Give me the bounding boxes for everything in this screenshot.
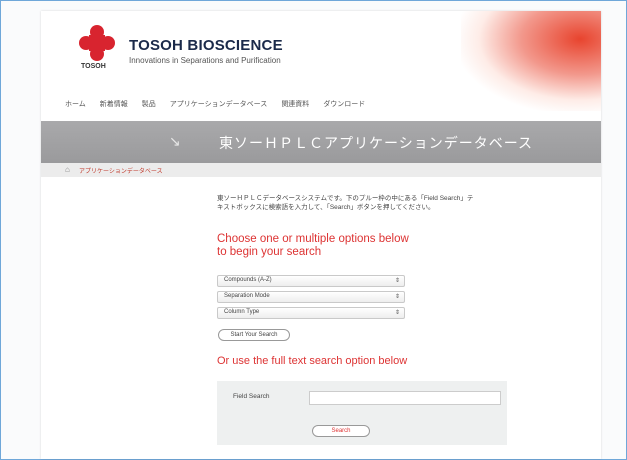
- nav-item-news[interactable]: 新着情報: [100, 99, 128, 109]
- web-page: TOSOH TOSOH BIOSCIENCE Innovations in Se…: [41, 11, 601, 459]
- start-search-button[interactable]: Start Your Search: [218, 329, 290, 341]
- brand-tagline: Innovations in Separations and Purificat…: [129, 56, 281, 65]
- options-heading: Choose one or multiple options below to …: [217, 233, 437, 259]
- nav-item-products[interactable]: 製品: [142, 99, 156, 109]
- main-nav: ホーム 新着情報 製品 アプリケーションデータベース 関連資料 ダウンロード: [65, 99, 365, 109]
- breadcrumb-current[interactable]: アプリケーションデータベース: [79, 166, 163, 175]
- field-search-label: Field Search: [233, 393, 270, 400]
- options-heading-line1: Choose one or multiple options below: [217, 233, 409, 245]
- nav-item-documents[interactable]: 関連資料: [281, 99, 309, 109]
- separation-mode-select[interactable]: Separation Mode ⇕: [217, 291, 405, 303]
- page-banner: ↘ 東ソーＨＰＬＣアプリケーションデータベース: [41, 121, 601, 163]
- logo-text: TOSOH: [81, 63, 106, 70]
- nav-item-downloads[interactable]: ダウンロード: [323, 99, 365, 109]
- column-type-select-value: Column Type: [224, 309, 260, 315]
- page-title: 東ソーＨＰＬＣアプリケーションデータベース: [219, 135, 534, 151]
- options-heading-line2: to begin your search: [217, 246, 322, 258]
- header-decoration: [461, 11, 601, 111]
- compounds-select-value: Compounds (A-Z): [224, 277, 272, 283]
- separation-mode-select-value: Separation Mode: [224, 293, 270, 299]
- column-type-select[interactable]: Column Type ⇕: [217, 307, 405, 319]
- fulltext-search-panel: Field Search Search: [217, 381, 507, 445]
- tosoh-logo-icon: [79, 25, 115, 61]
- arrow-icon: ↘: [169, 133, 181, 149]
- compounds-select[interactable]: Compounds (A-Z) ⇕: [217, 275, 405, 287]
- select-arrows-icon: ⇕: [394, 310, 400, 316]
- nav-item-home[interactable]: ホーム: [65, 99, 86, 109]
- brand-name[interactable]: TOSOH BIOSCIENCE: [129, 37, 283, 54]
- nav-item-app-database[interactable]: アプリケーションデータベース: [170, 99, 268, 109]
- breadcrumb: ⌂ アプリケーションデータベース: [41, 163, 601, 177]
- home-icon[interactable]: ⌂: [65, 165, 70, 174]
- field-search-input[interactable]: [309, 391, 501, 405]
- screenshot-frame: TOSOH TOSOH BIOSCIENCE Innovations in Se…: [0, 0, 627, 460]
- select-arrows-icon: ⇕: [394, 294, 400, 300]
- intro-text: 東ソーＨＰＬＣデータベースシステムです。下のプルー枠の中にある「Field Se…: [217, 195, 474, 211]
- select-arrows-icon: ⇕: [394, 278, 400, 284]
- fulltext-heading: Or use the full text search option below: [217, 355, 408, 367]
- search-button[interactable]: Search: [312, 425, 370, 437]
